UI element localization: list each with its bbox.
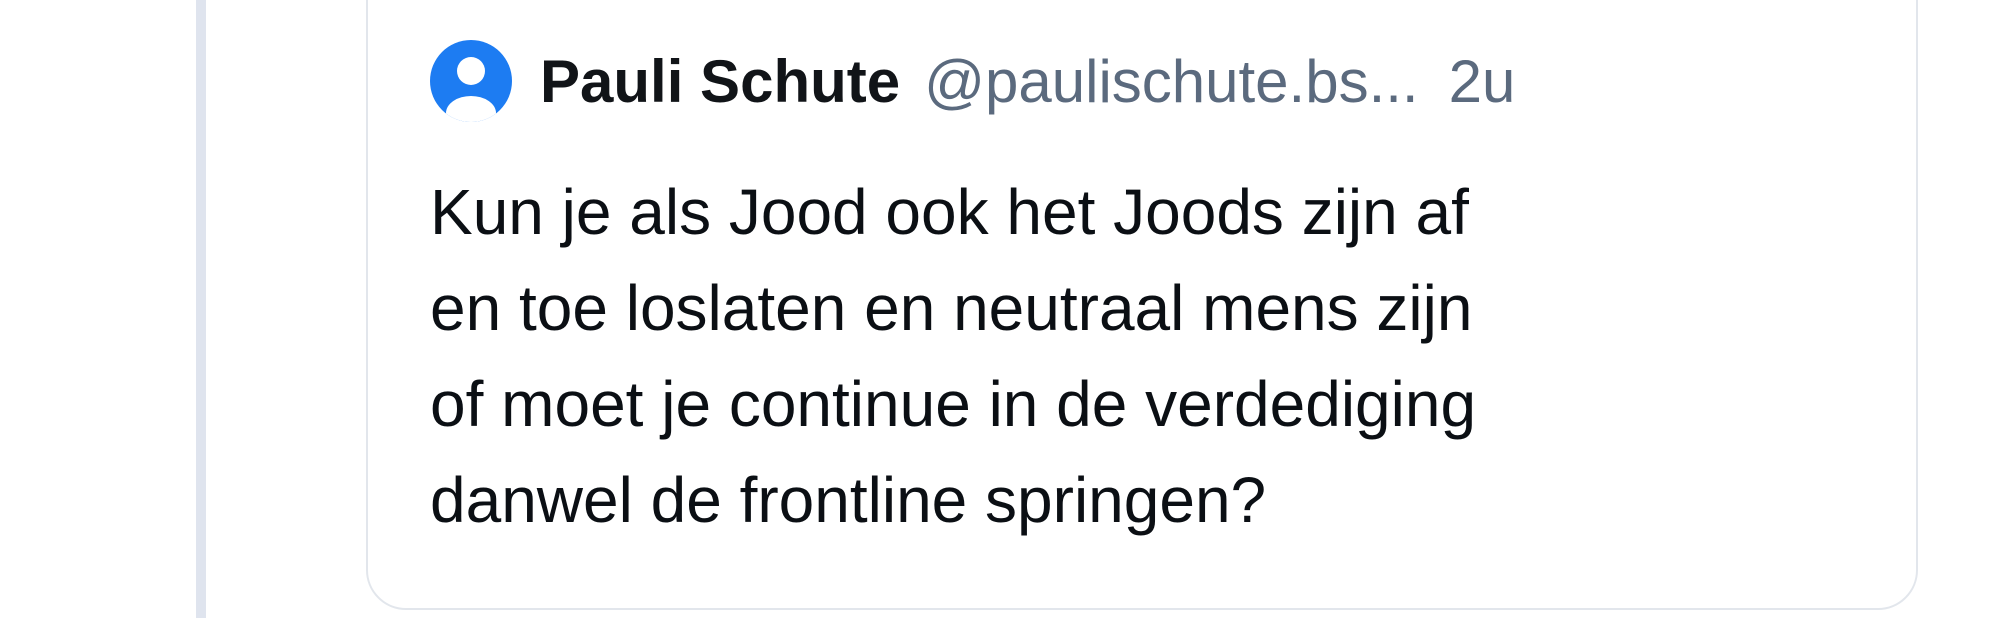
post-timestamp[interactable]: 2u (1449, 47, 1516, 116)
post-thread-view: Pauli Schute @paulischute.bs... 2u Kun j… (0, 0, 2000, 618)
post-text-line: Kun je als Jood ook het Joods zijn af (430, 176, 1469, 248)
author-handle[interactable]: @paulischute.bs... (924, 47, 1419, 116)
post-text-line: danwel de frontline springen? (430, 464, 1267, 536)
thread-connector-line (196, 0, 206, 618)
post-text-line: en toe loslaten en neutraal mens zijn (430, 272, 1473, 344)
author-display-name[interactable]: Pauli Schute (540, 47, 900, 116)
quoted-post-author-row: Pauli Schute @paulischute.bs... 2u (430, 40, 1515, 122)
avatar-svg (430, 40, 512, 122)
quoted-post-text: Kun je als Jood ook het Joods zijn af en… (430, 164, 1850, 548)
default-user-avatar-icon[interactable] (430, 40, 512, 122)
post-text-line: of moet je continue in de verdediging (430, 368, 1477, 440)
